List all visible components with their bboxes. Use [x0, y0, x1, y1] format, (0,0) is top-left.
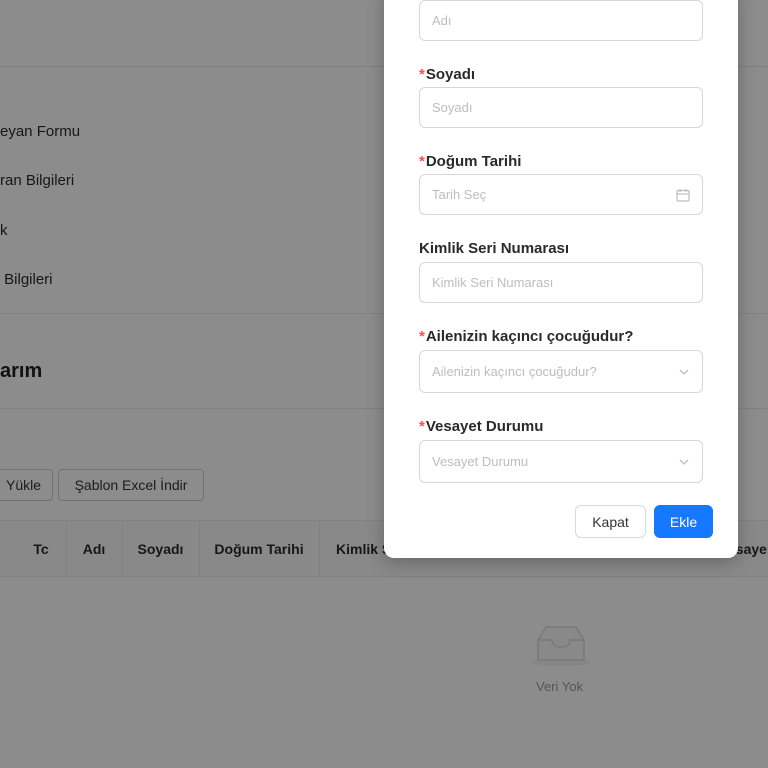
last-name-placeholder: Soyadı	[432, 100, 473, 115]
id-serial-label: Kimlik Seri Numarası	[419, 240, 569, 257]
guardianship-placeholder: Vesayet Durumu	[432, 454, 529, 469]
guardianship-select[interactable]: Vesayet Durumu	[419, 440, 703, 483]
add-button-label: Ekle	[669, 513, 698, 530]
chevron-down-icon	[678, 366, 690, 378]
child-order-label-text: Ailenizin kaçıncı çocuğudur?	[425, 328, 634, 345]
birth-date-picker[interactable]: Tarih Seç	[419, 174, 703, 215]
last-name-label-text: Soyadı	[425, 66, 476, 83]
last-name-label: *Soyadı	[419, 66, 475, 83]
close-button[interactable]: Kapat	[575, 505, 646, 538]
chevron-down-icon	[678, 456, 690, 468]
required-mark: *	[419, 418, 425, 435]
add-child-modal: Adı *Soyadı Soyadı *Doğum Tarihi Tarih S…	[384, 0, 738, 558]
guardianship-label: *Vesayet Durumu	[419, 418, 543, 435]
first-name-input[interactable]: Adı	[419, 0, 703, 41]
child-order-label: *Ailenizin kaçıncı çocuğudur?	[419, 328, 633, 345]
calendar-icon[interactable]	[676, 188, 690, 202]
close-button-label: Kapat	[592, 513, 629, 530]
required-mark: *	[419, 328, 425, 345]
required-mark: *	[419, 153, 425, 170]
guardianship-label-text: Vesayet Durumu	[425, 418, 544, 435]
id-serial-input[interactable]: Kimlik Seri Numarası	[419, 262, 703, 303]
last-name-input[interactable]: Soyadı	[419, 87, 703, 128]
birth-date-placeholder: Tarih Seç	[432, 187, 487, 202]
birth-date-label-text: Doğum Tarihi	[425, 153, 522, 170]
id-serial-label-text: Kimlik Seri Numarası	[419, 240, 570, 257]
add-button[interactable]: Ekle	[654, 505, 713, 538]
child-order-placeholder: Ailenizin kaçıncı çocuğudur?	[432, 364, 597, 379]
required-mark: *	[419, 66, 425, 83]
first-name-placeholder: Adı	[432, 13, 452, 28]
id-serial-placeholder: Kimlik Seri Numarası	[432, 275, 554, 290]
child-order-select[interactable]: Ailenizin kaçıncı çocuğudur?	[419, 350, 703, 393]
birth-date-label: *Doğum Tarihi	[419, 153, 521, 170]
